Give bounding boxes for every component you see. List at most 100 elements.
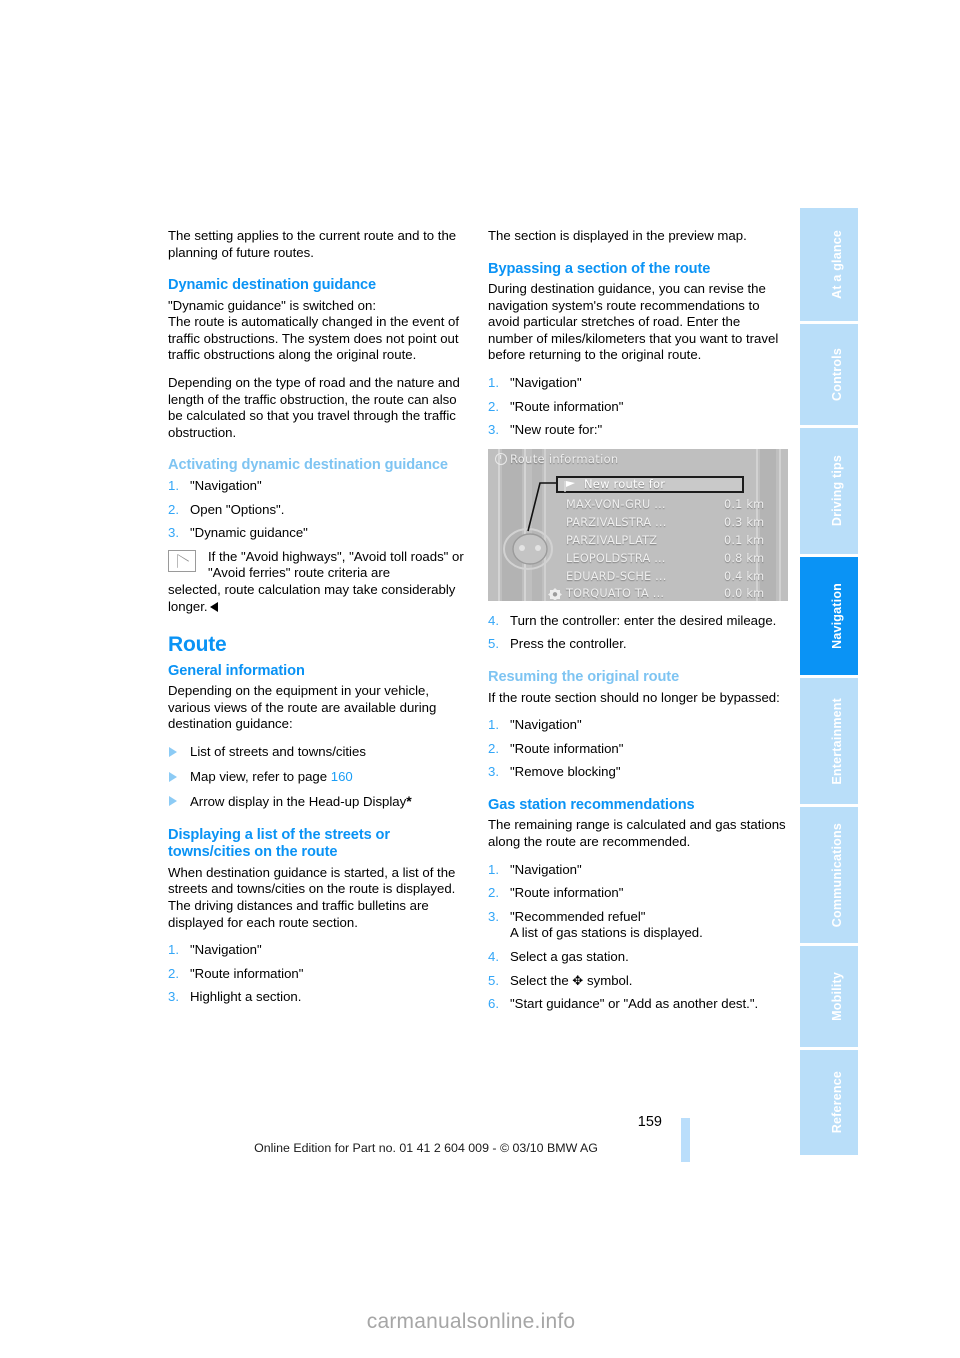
step-text: "Navigation" bbox=[510, 717, 582, 733]
right-text-column: The section is displayed in the preview … bbox=[488, 228, 788, 1020]
note-end-marker bbox=[209, 601, 218, 612]
bypassing-steps-after: 4. Turn the controller: enter the desired… bbox=[488, 613, 788, 653]
step-number: 4. bbox=[488, 948, 499, 964]
tab-mobility[interactable]: Mobility bbox=[800, 946, 858, 1047]
footer-edition-note: Online Edition for Part no. 01 41 2 604 … bbox=[254, 1141, 598, 1155]
nav-route-row[interactable]: PARZIVALPLATZ 0.1 km bbox=[566, 532, 776, 550]
bullet-text: Arrow display in the Head-up Display bbox=[190, 794, 407, 810]
step-number: 3. bbox=[168, 525, 179, 541]
nav-route-row[interactable]: EDUARD-SCHE ... 0.4 km bbox=[566, 568, 776, 586]
heading-gas-station-recommendations: Gas station recommendations bbox=[488, 796, 695, 813]
step-text: "Navigation" bbox=[190, 942, 262, 958]
heading-bypassing-a-section: Bypassing a section of the route bbox=[488, 260, 711, 277]
step-number: 2. bbox=[168, 501, 179, 517]
tab-at-a-glance[interactable]: At a glance bbox=[800, 208, 858, 321]
tab-label: Reference bbox=[830, 1071, 844, 1134]
dynamic-guidance-paragraph-3: Depending on the type of road and the na… bbox=[168, 375, 460, 440]
nav-route-name: EDUARD-SCHE ... bbox=[566, 569, 667, 583]
list-item: 4. Turn the controller: enter the desired… bbox=[488, 613, 788, 630]
page-reference-link[interactable]: 160 bbox=[331, 769, 353, 784]
list-item: 2. "Route information" bbox=[488, 741, 788, 758]
nav-route-row[interactable]: LEOPOLDSTRA ... 0.8 km bbox=[566, 550, 776, 568]
nav-highlighted-menu-item[interactable]: New route for bbox=[556, 475, 744, 493]
heading-activating-dynamic-destination-guidance: Activating dynamic destination guidance bbox=[168, 457, 448, 474]
step-number: 3. bbox=[488, 422, 499, 438]
tab-communications[interactable]: Communications bbox=[800, 807, 858, 944]
heading-displaying-a-list-of-streets: Displaying a list of the streets or town… bbox=[168, 826, 390, 861]
tab-reference[interactable]: Reference bbox=[800, 1049, 858, 1156]
navigation-display-screenshot: Route information New route for MAX-VON-… bbox=[488, 448, 788, 601]
nav-route-distance: 0.1 km bbox=[724, 533, 765, 547]
nav-route-distance: 0.4 km bbox=[724, 569, 765, 583]
bullet-text: List of streets and towns/cities bbox=[190, 743, 366, 759]
step-text: Open "Options". bbox=[190, 501, 285, 517]
tab-label: Driving tips bbox=[830, 455, 844, 527]
nav-route-name: TORQUATO TA ... bbox=[566, 586, 665, 600]
tab-navigation[interactable]: Navigation bbox=[800, 556, 858, 675]
list-item: 1. "Navigation" bbox=[168, 478, 468, 495]
activating-steps-list: 1. "Navigation" 2. Open "Options". 3. "Dyna… bbox=[168, 478, 468, 542]
heading-general-information: General information bbox=[168, 662, 305, 679]
tab-entertainment[interactable]: Entertainment bbox=[800, 677, 858, 805]
list-item: 2. Open "Options". bbox=[168, 502, 468, 519]
right-intro-paragraph: The section is displayed in the preview … bbox=[488, 228, 747, 243]
step-text: "Remove blocking" bbox=[510, 764, 621, 780]
list-item: 6. "Start guidance" or "Add as another de… bbox=[488, 996, 788, 1013]
nav-route-row[interactable]: TORQUATO TA ... 0.0 km bbox=[548, 585, 776, 601]
step-text: Turn the controller: enter the desired m… bbox=[510, 612, 777, 628]
tab-controls[interactable]: Controls bbox=[800, 324, 858, 425]
list-item: 1. "Navigation" bbox=[488, 862, 788, 879]
step-text: Select a gas station. bbox=[510, 948, 629, 964]
bypassing-paragraph: During destination guidance, you can rev… bbox=[488, 281, 779, 363]
dynamic-guidance-paragraph-2: The route is automatically changed in th… bbox=[168, 314, 460, 363]
step-text: Select the ✥ symbol. bbox=[510, 972, 633, 988]
step-text: Press the controller. bbox=[510, 636, 627, 652]
step-number: 3. bbox=[488, 908, 499, 924]
left-text-column: The setting applies to the current route… bbox=[168, 228, 468, 1013]
heading-resuming-the-original-route: Resuming the original route bbox=[488, 669, 680, 686]
list-item: 2. "Route information" bbox=[488, 885, 788, 902]
list-item: 1. "Navigation" bbox=[488, 375, 788, 392]
gas-station-steps: 1. "Navigation" 2. "Route information" 3. "… bbox=[488, 862, 788, 1013]
step-text: "Route information" bbox=[190, 965, 304, 981]
resuming-paragraph: If the route section should no longer be… bbox=[488, 689, 780, 705]
step-text: "Navigation" bbox=[510, 375, 582, 391]
list-item: 5. Select the ✥ symbol. bbox=[488, 973, 788, 990]
dynamic-guidance-paragraph-1: "Dynamic guidance" is switched on: bbox=[168, 297, 377, 313]
list-item: Map view, refer to page 160 bbox=[168, 769, 468, 786]
nav-route-row[interactable]: PARZIVALSTRA ... 0.3 km bbox=[566, 514, 776, 532]
step-text: Highlight a section. bbox=[190, 989, 302, 1005]
triangle-bullet-icon bbox=[169, 796, 177, 807]
footer-accent-bar bbox=[681, 1118, 690, 1162]
tab-label: Entertainment bbox=[830, 697, 844, 785]
callout-pointer-line bbox=[527, 482, 557, 532]
step-text: "Navigation" bbox=[510, 861, 582, 877]
list-item: Arrow display in the Head-up Display* bbox=[168, 793, 468, 811]
tab-label: At a glance bbox=[830, 230, 844, 299]
step-text: "Navigation" bbox=[190, 477, 262, 493]
step-subtext: A list of gas stations is displayed. bbox=[510, 925, 703, 941]
nav-route-row[interactable]: MAX-VON-GRU ... 0.1 km bbox=[566, 496, 776, 514]
tab-driving-tips[interactable]: Driving tips bbox=[800, 427, 858, 554]
step-text: "Route information" bbox=[510, 885, 624, 901]
manual-page: The setting applies to the current route… bbox=[0, 0, 960, 1358]
list-item: 2. "Route information" bbox=[488, 399, 788, 416]
note-text-indented: If the "Avoid highways", "Avoid toll roa… bbox=[208, 548, 464, 581]
general-information-paragraph: Depending on the equipment in your vehic… bbox=[168, 683, 437, 732]
step-text: "Route information" bbox=[510, 740, 624, 756]
list-item: 1. "Navigation" bbox=[168, 942, 468, 959]
triangle-bullet-icon bbox=[169, 746, 177, 757]
list-item: 3. Highlight a section. bbox=[168, 989, 468, 1006]
list-item: 2. "Route information" bbox=[168, 966, 468, 983]
list-item: 3. "Dynamic guidance" bbox=[168, 525, 468, 542]
note-text-continued: selected, route calculation may take con… bbox=[168, 582, 468, 615]
bullet-text: Map view, refer to page bbox=[190, 768, 331, 784]
site-watermark: carmanualsonline.info bbox=[366, 1310, 576, 1333]
list-item: List of streets and towns/cities bbox=[168, 744, 468, 761]
left-intro-paragraph: The setting applies to the current route… bbox=[168, 228, 457, 260]
note-triangle-icon bbox=[168, 549, 196, 572]
bypassing-steps-before: 1. "Navigation" 2. "Route information" 3. "… bbox=[488, 375, 788, 439]
list-item: 5. Press the controller. bbox=[488, 636, 788, 653]
step-number: 1. bbox=[168, 477, 179, 493]
step-number: 1. bbox=[488, 861, 499, 877]
